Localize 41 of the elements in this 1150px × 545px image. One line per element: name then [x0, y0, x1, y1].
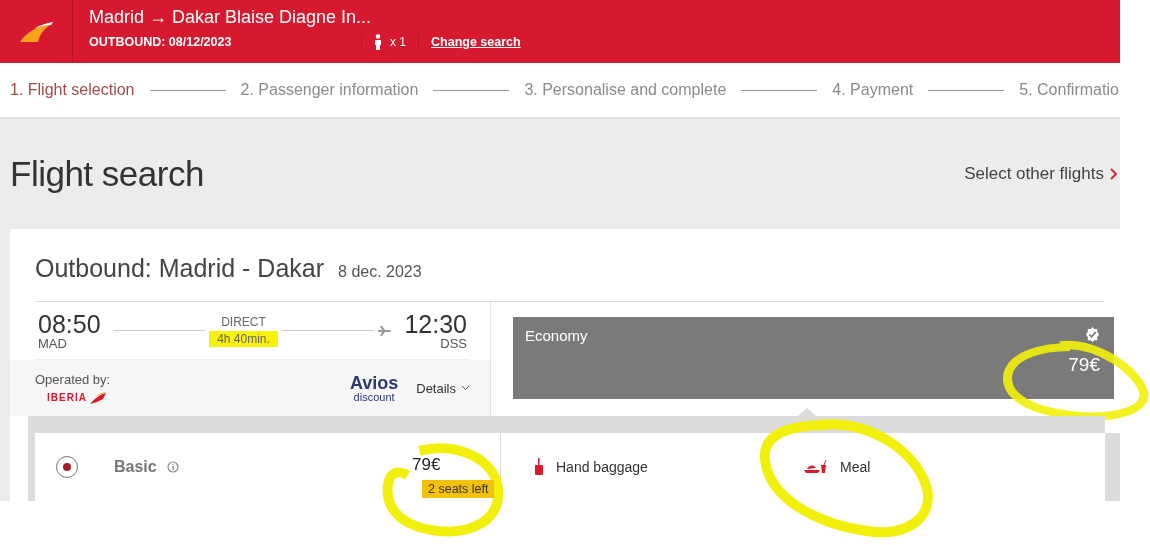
change-search-link[interactable]: Change search: [418, 35, 521, 49]
details-button[interactable]: Details: [416, 380, 470, 396]
arrival-time: 12:30: [404, 311, 467, 337]
meal-icon: [804, 460, 828, 474]
check-badge-icon: [1085, 327, 1100, 342]
passenger-count: x 1: [390, 35, 406, 49]
step-tab[interactable]: 1. Flight selection: [10, 81, 135, 99]
chevron-icon: [1110, 168, 1118, 180]
arrival-airport: DSS: [440, 336, 467, 350]
page-title: Flight search: [10, 154, 204, 194]
outbound-title: Outbound: Madrid - Dakar: [35, 254, 325, 283]
avios-logo-text: Avios: [349, 373, 399, 392]
duration-label: 4h 40min.: [209, 330, 278, 347]
suitcase-icon: [534, 458, 544, 476]
fare-name: Basic: [114, 458, 157, 476]
outbound-date-label: 8 dec. 2023: [338, 263, 422, 281]
logo-icon: [18, 20, 54, 43]
seats-left-badge: 2 seats left: [422, 480, 495, 498]
avios-discount-text: discount: [353, 391, 395, 403]
select-other-flights-link[interactable]: Select other flights: [964, 164, 1120, 184]
step-tab[interactable]: 4. Payment: [832, 81, 914, 99]
step-tab[interactable]: 2. Passenger information: [240, 81, 419, 99]
fare-price: 79€: [412, 455, 441, 474]
info-icon[interactable]: [166, 461, 179, 473]
stops-label: DIRECT: [221, 314, 266, 329]
route-title: Madrid → Dakar Blaise Diagne In...: [89, 7, 373, 28]
operated-by-label: Operated by:: [35, 371, 112, 387]
departure-airport: MAD: [38, 336, 68, 350]
outbound-date: OUTBOUND: 08/12/2023: [89, 35, 233, 49]
cabin-option[interactable]: Economy 79€: [513, 317, 1114, 399]
departure-time: 08:50: [38, 311, 101, 337]
step-tab[interactable]: 3. Personalise and complete: [524, 81, 727, 99]
plane-icon: [378, 323, 393, 338]
airline-name: IBERIA: [47, 392, 87, 403]
cabin-price: 79€: [1068, 354, 1100, 375]
step-tab[interactable]: 5. Confirmatio: [1019, 81, 1119, 99]
benefit-label: Hand baggage: [556, 459, 648, 475]
benefit-label: Meal: [840, 459, 871, 475]
airline-logo-icon: [88, 390, 107, 405]
chevron-down-icon: [461, 385, 470, 391]
person-icon: [374, 34, 382, 50]
